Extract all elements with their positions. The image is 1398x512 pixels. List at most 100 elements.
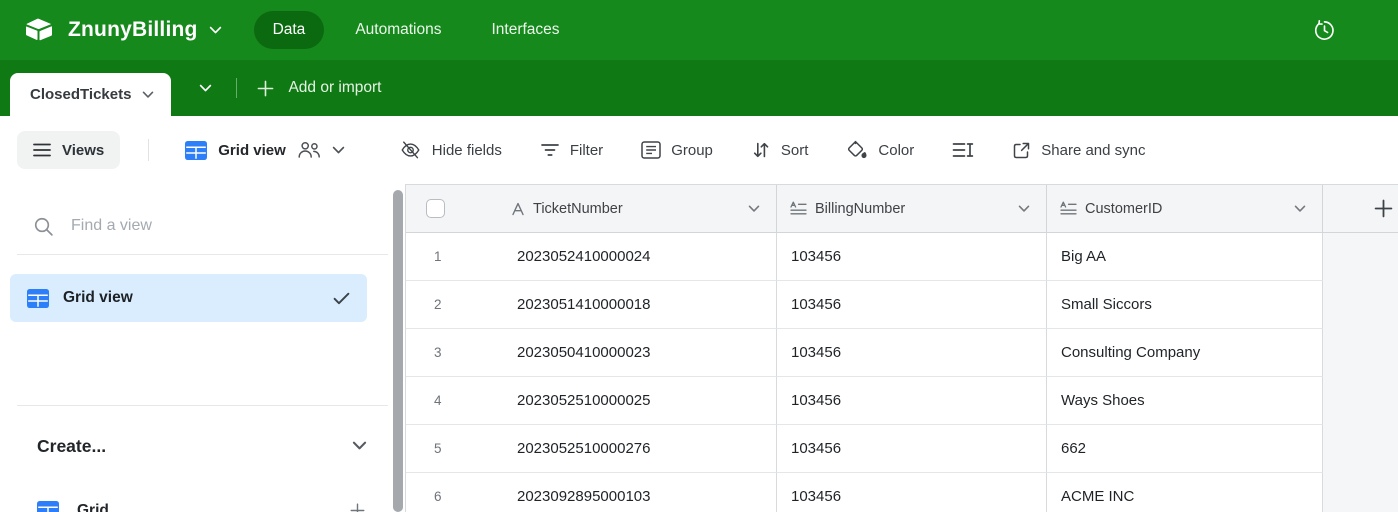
grid-view-icon bbox=[27, 289, 49, 308]
toolbar-divider bbox=[148, 139, 149, 161]
single-line-text-field-icon bbox=[511, 202, 525, 216]
find-view-input[interactable] bbox=[71, 217, 375, 235]
cell-customerid[interactable]: Consulting Company bbox=[1047, 329, 1323, 377]
sidebar-scrollbar[interactable] bbox=[393, 190, 403, 512]
top-navigation: Data Automations Interfaces bbox=[254, 11, 579, 49]
cell-billingnumber[interactable]: 103456 bbox=[777, 473, 1047, 512]
cell-billingnumber[interactable]: 103456 bbox=[777, 233, 1047, 281]
group-icon bbox=[641, 141, 661, 159]
history-icon[interactable] bbox=[1313, 19, 1336, 42]
table-row[interactable]: 2 2023051410000018 103456 Small Siccors bbox=[406, 281, 1398, 329]
cell-ticketnumber[interactable]: 2 2023051410000018 bbox=[406, 281, 777, 329]
tables-list-chevron-icon[interactable] bbox=[195, 80, 216, 97]
add-or-import-button[interactable]: Add or import bbox=[257, 79, 381, 97]
app-logo-icon[interactable] bbox=[26, 18, 53, 42]
search-icon bbox=[33, 216, 54, 237]
check-icon bbox=[333, 292, 350, 305]
filter-button[interactable]: Filter bbox=[526, 131, 617, 169]
cell-ticketnumber[interactable]: 3 2023050410000023 bbox=[406, 329, 777, 377]
share-and-sync-button[interactable]: Share and sync bbox=[998, 131, 1159, 169]
column-name: TicketNumber bbox=[533, 201, 623, 217]
cell-billingnumber[interactable]: 103456 bbox=[777, 281, 1047, 329]
table-row[interactable]: 6 2023092895000103 103456 ACME INC bbox=[406, 473, 1398, 512]
sidebar-item-grid-view[interactable]: Grid view bbox=[10, 274, 367, 322]
cell-value: Consulting Company bbox=[1047, 344, 1200, 361]
current-view-name: Grid view bbox=[218, 142, 286, 159]
tab-automations[interactable]: Automations bbox=[336, 11, 460, 49]
create-option-grid[interactable]: Grid bbox=[37, 501, 365, 512]
row-number: 1 bbox=[406, 249, 511, 264]
table-tabs-bar: ClosedTickets Add or import bbox=[0, 60, 1398, 116]
create-option-label: Grid bbox=[77, 502, 109, 512]
column-menu-chevron-icon[interactable] bbox=[1018, 205, 1030, 213]
color-button[interactable]: Color bbox=[832, 131, 928, 169]
table-row[interactable]: 1 2023052410000024 103456 Big AA bbox=[406, 233, 1398, 281]
group-button[interactable]: Group bbox=[627, 131, 727, 169]
row-number: 2 bbox=[406, 297, 511, 312]
row-number: 5 bbox=[406, 441, 511, 456]
cell-value: Small Siccors bbox=[1047, 296, 1152, 313]
cell-value: 2023052410000024 bbox=[511, 248, 650, 265]
cell-value: 103456 bbox=[777, 488, 841, 505]
sort-button[interactable]: Sort bbox=[737, 131, 823, 169]
table-row[interactable]: 3 2023050410000023 103456 Consulting Com… bbox=[406, 329, 1398, 377]
cell-value: 2023092895000103 bbox=[511, 488, 650, 505]
tab-data[interactable]: Data bbox=[254, 11, 325, 49]
column-header-billingnumber[interactable]: BillingNumber bbox=[777, 185, 1047, 232]
plus-icon[interactable] bbox=[350, 503, 365, 512]
plus-icon bbox=[1374, 199, 1393, 218]
cell-customerid[interactable]: 662 bbox=[1047, 425, 1323, 473]
hide-fields-label: Hide fields bbox=[432, 142, 502, 159]
create-collapse-button[interactable]: Create... bbox=[37, 431, 367, 461]
views-sidebar-toggle-button[interactable]: Views bbox=[17, 131, 120, 169]
column-header-ticketnumber[interactable]: TicketNumber bbox=[406, 185, 777, 232]
table-row[interactable]: 5 2023052510000276 103456 662 bbox=[406, 425, 1398, 473]
tabbar-actions: Add or import bbox=[195, 60, 381, 116]
cell-billingnumber[interactable]: 103456 bbox=[777, 377, 1047, 425]
cell-empty bbox=[1323, 281, 1398, 329]
sidebar-divider bbox=[17, 405, 388, 406]
cell-ticketnumber[interactable]: 1 2023052410000024 bbox=[406, 233, 777, 281]
select-all-checkbox[interactable] bbox=[426, 199, 445, 218]
cell-customerid[interactable]: Ways Shoes bbox=[1047, 377, 1323, 425]
add-or-import-label: Add or import bbox=[288, 79, 381, 97]
column-menu-chevron-icon[interactable] bbox=[1294, 205, 1306, 213]
cell-ticketnumber[interactable]: 4 2023052510000025 bbox=[406, 377, 777, 425]
header-gutter bbox=[406, 199, 511, 218]
cell-billingnumber[interactable]: 103456 bbox=[777, 425, 1047, 473]
cell-value: 2023051410000018 bbox=[511, 296, 650, 313]
chevron-down-icon bbox=[352, 441, 367, 451]
content-area: Grid view Create... Grid bbox=[0, 184, 1398, 512]
cell-ticketnumber[interactable]: 5 2023052510000276 bbox=[406, 425, 777, 473]
hide-fields-button[interactable]: Hide fields bbox=[385, 131, 516, 169]
column-header-customerid[interactable]: CustomerID bbox=[1047, 185, 1323, 232]
view-switcher-button[interactable]: Grid view bbox=[173, 131, 357, 169]
external-link-icon bbox=[1012, 141, 1031, 160]
grid-view-icon bbox=[37, 501, 59, 512]
plus-icon bbox=[257, 80, 274, 97]
base-menu-chevron-icon[interactable] bbox=[209, 26, 222, 35]
cell-empty bbox=[1323, 425, 1398, 473]
cell-billingnumber[interactable]: 103456 bbox=[777, 329, 1047, 377]
cell-value: 2023052510000276 bbox=[511, 440, 650, 457]
cell-customerid[interactable]: Big AA bbox=[1047, 233, 1323, 281]
cell-customerid[interactable]: Small Siccors bbox=[1047, 281, 1323, 329]
row-height-button[interactable] bbox=[938, 131, 988, 169]
eye-slash-icon bbox=[399, 139, 422, 161]
tab-interfaces[interactable]: Interfaces bbox=[472, 11, 578, 49]
view-toolbar: Views Grid view Hide fields Filter Group… bbox=[0, 116, 1398, 184]
column-name: CustomerID bbox=[1085, 201, 1162, 217]
cell-value: 662 bbox=[1047, 440, 1086, 457]
cell-value: 103456 bbox=[777, 440, 841, 457]
table-row[interactable]: 4 2023052510000025 103456 Ways Shoes bbox=[406, 377, 1398, 425]
column-menu-chevron-icon[interactable] bbox=[748, 205, 760, 213]
add-field-button[interactable] bbox=[1323, 185, 1398, 232]
cell-ticketnumber[interactable]: 6 2023092895000103 bbox=[406, 473, 777, 512]
row-height-icon bbox=[952, 142, 974, 158]
cell-customerid[interactable]: ACME INC bbox=[1047, 473, 1323, 512]
grid-view-icon bbox=[185, 141, 207, 160]
table-tab-closedtickets[interactable]: ClosedTickets bbox=[10, 73, 171, 116]
app-header: ZnunyBilling Data Automations Interfaces bbox=[0, 0, 1398, 60]
group-label: Group bbox=[671, 142, 713, 159]
collaborators-icon bbox=[297, 141, 321, 159]
